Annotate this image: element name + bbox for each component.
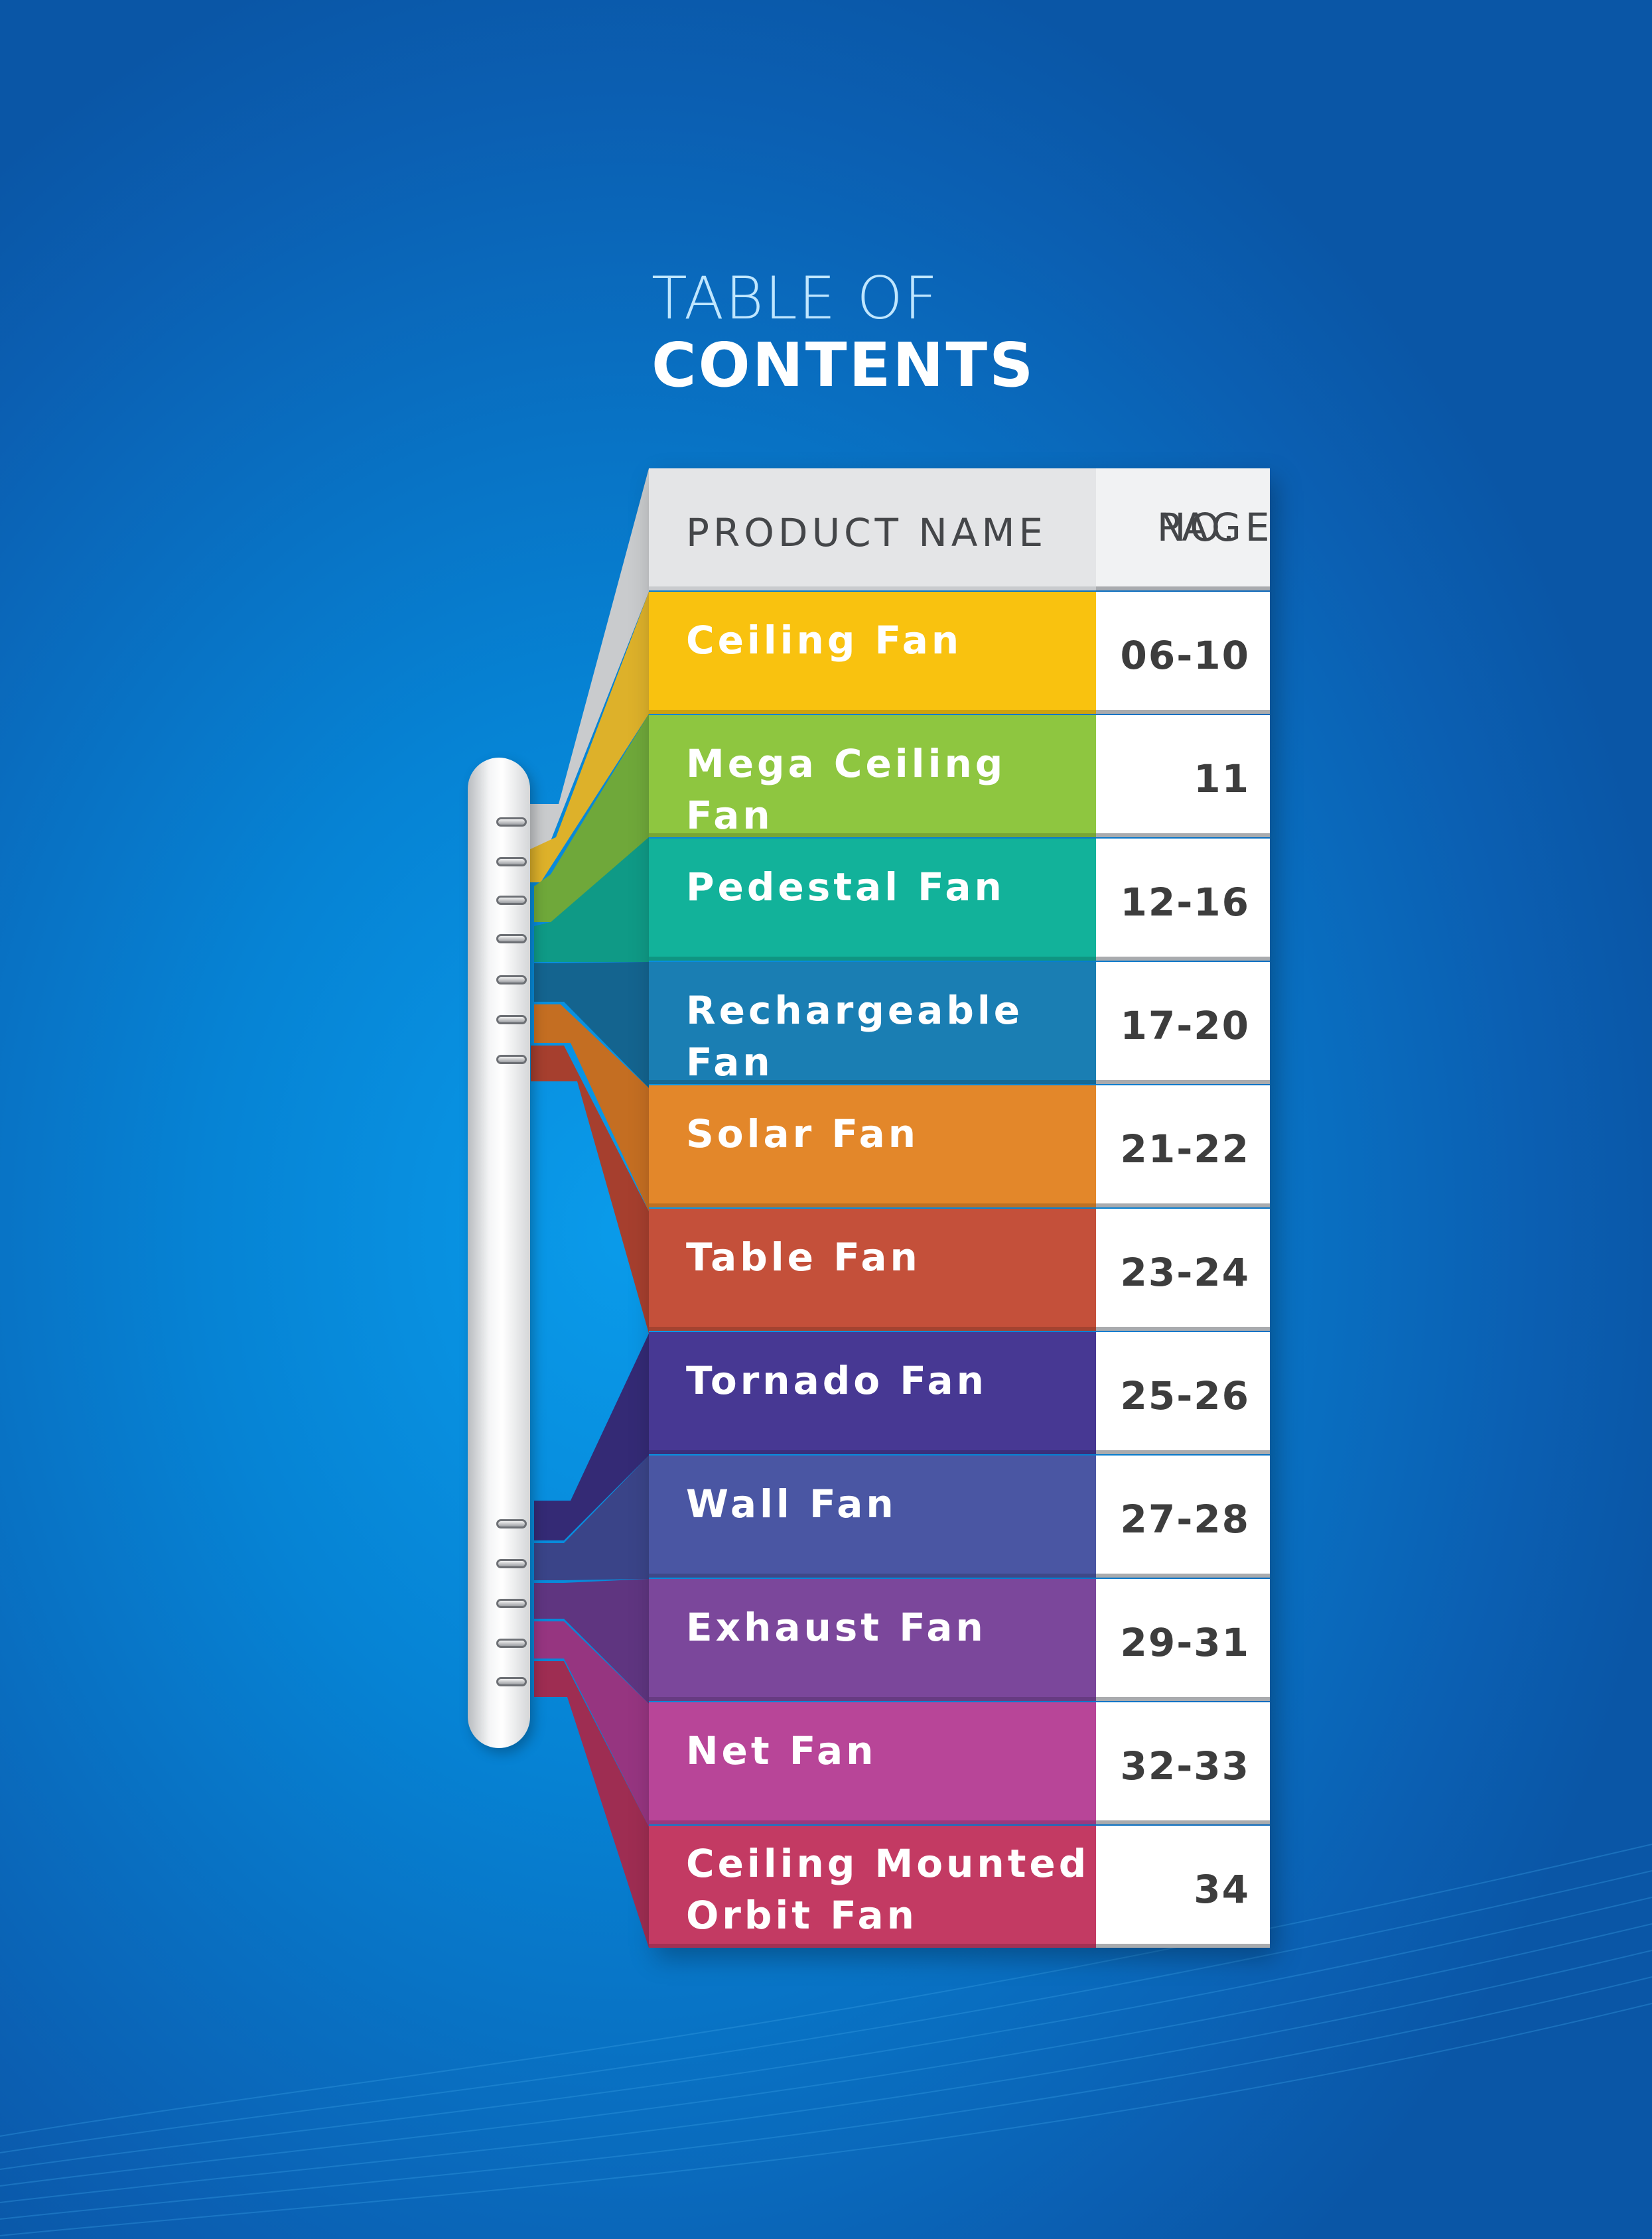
table-row[interactable]: Solar Fan 21-22	[649, 1085, 1270, 1207]
page-number-cell: 06-10	[1096, 592, 1270, 714]
product-name: Wall Fan	[649, 1456, 1096, 1578]
binder-ring-icon	[496, 1639, 527, 1648]
product-name: Exhaust Fan	[649, 1579, 1096, 1701]
product-name-line-1: Ceiling Mounted	[686, 1841, 1090, 1886]
page-number-cell: 29-31	[1096, 1579, 1270, 1701]
page-number: 12-16	[1120, 880, 1250, 925]
product-name: Mega Ceiling Fan	[649, 715, 1096, 838]
table-row[interactable]: Ceiling Fan 06-10	[649, 592, 1270, 714]
binder-ring-icon	[496, 1055, 527, 1064]
header-page-no: PAGE NO.	[1096, 468, 1270, 590]
page-number: 06-10	[1120, 633, 1250, 678]
table-of-contents-page: TABLE OF CONTENTS PRODUCT NAME PAGENO.	[0, 0, 1652, 2239]
page-number: 21-22	[1120, 1126, 1250, 1172]
page-number-cell: 25-26	[1096, 1332, 1270, 1454]
binder-ring-icon	[496, 1677, 527, 1686]
product-name: Pedestal Fan	[649, 839, 1096, 961]
table-header-row: PRODUCT NAME PAGE NO.	[649, 468, 1270, 590]
table-row[interactable]: Tornado Fan 25-26	[649, 1332, 1270, 1454]
contents-table: PRODUCT NAME PAGE NO. Ceiling Fan 06-10 M…	[649, 468, 1270, 1948]
page-number-cell: 23-24	[1096, 1209, 1270, 1331]
page-number-cell: 21-22	[1096, 1085, 1270, 1207]
table-row[interactable]: Net Fan 32-33	[649, 1702, 1270, 1824]
page-number: 32-33	[1120, 1743, 1250, 1789]
table-row[interactable]: Wall Fan 27-28	[649, 1456, 1270, 1578]
binder-ring-icon	[496, 817, 527, 827]
page-number-cell: 32-33	[1096, 1702, 1270, 1824]
header-page-line-2: NO.	[1157, 505, 1239, 550]
binder-ring-icon	[496, 934, 527, 943]
header-product-name: PRODUCT NAME	[649, 468, 1096, 590]
page-number: 11	[1194, 756, 1250, 801]
page-number-cell: 11	[1096, 715, 1270, 837]
page-number: 34	[1194, 1867, 1250, 1912]
binder-ring-icon	[496, 1519, 527, 1528]
binder-ring-icon	[496, 975, 527, 984]
page-number-cell: 27-28	[1096, 1456, 1270, 1578]
table-row[interactable]: Exhaust Fan 29-31	[649, 1579, 1270, 1701]
page-number: 27-28	[1120, 1497, 1250, 1542]
product-name: Rechargeable Fan	[649, 962, 1096, 1085]
page-number-cell: 34	[1096, 1826, 1270, 1948]
product-name: Tornado Fan	[649, 1332, 1096, 1454]
page-number-cell: 12-16	[1096, 839, 1270, 961]
binder-ring-icon	[496, 1599, 527, 1608]
product-name: Table Fan	[649, 1209, 1096, 1331]
product-name-line-2: Orbit Fan	[686, 1893, 918, 1938]
table-row[interactable]: Rechargeable Fan 17-20	[649, 962, 1270, 1085]
page-number-cell: 17-20	[1096, 962, 1270, 1084]
header-product-name-label: PRODUCT NAME	[686, 510, 1048, 555]
binder-ring-icon	[496, 1015, 527, 1024]
table-row[interactable]: Ceiling Mounted Orbit Fan 34	[649, 1826, 1270, 1948]
table-row[interactable]: Table Fan 23-24	[649, 1209, 1270, 1331]
product-name: Ceiling Mounted Orbit Fan	[649, 1826, 1096, 1948]
binder-ring-icon	[496, 1559, 527, 1568]
product-name: Ceiling Fan	[649, 592, 1096, 714]
product-name: Net Fan	[649, 1702, 1096, 1824]
table-row[interactable]: Mega Ceiling Fan 11	[649, 715, 1270, 838]
page-number: 29-31	[1120, 1620, 1250, 1665]
binder-ring-icon	[496, 896, 527, 905]
page-number: 25-26	[1120, 1373, 1250, 1418]
page-number: 23-24	[1120, 1250, 1250, 1295]
page-number: 17-20	[1120, 1003, 1250, 1048]
table-row[interactable]: Pedestal Fan 12-16	[649, 839, 1270, 961]
product-name: Solar Fan	[649, 1085, 1096, 1207]
binder-ring-icon	[496, 857, 527, 866]
